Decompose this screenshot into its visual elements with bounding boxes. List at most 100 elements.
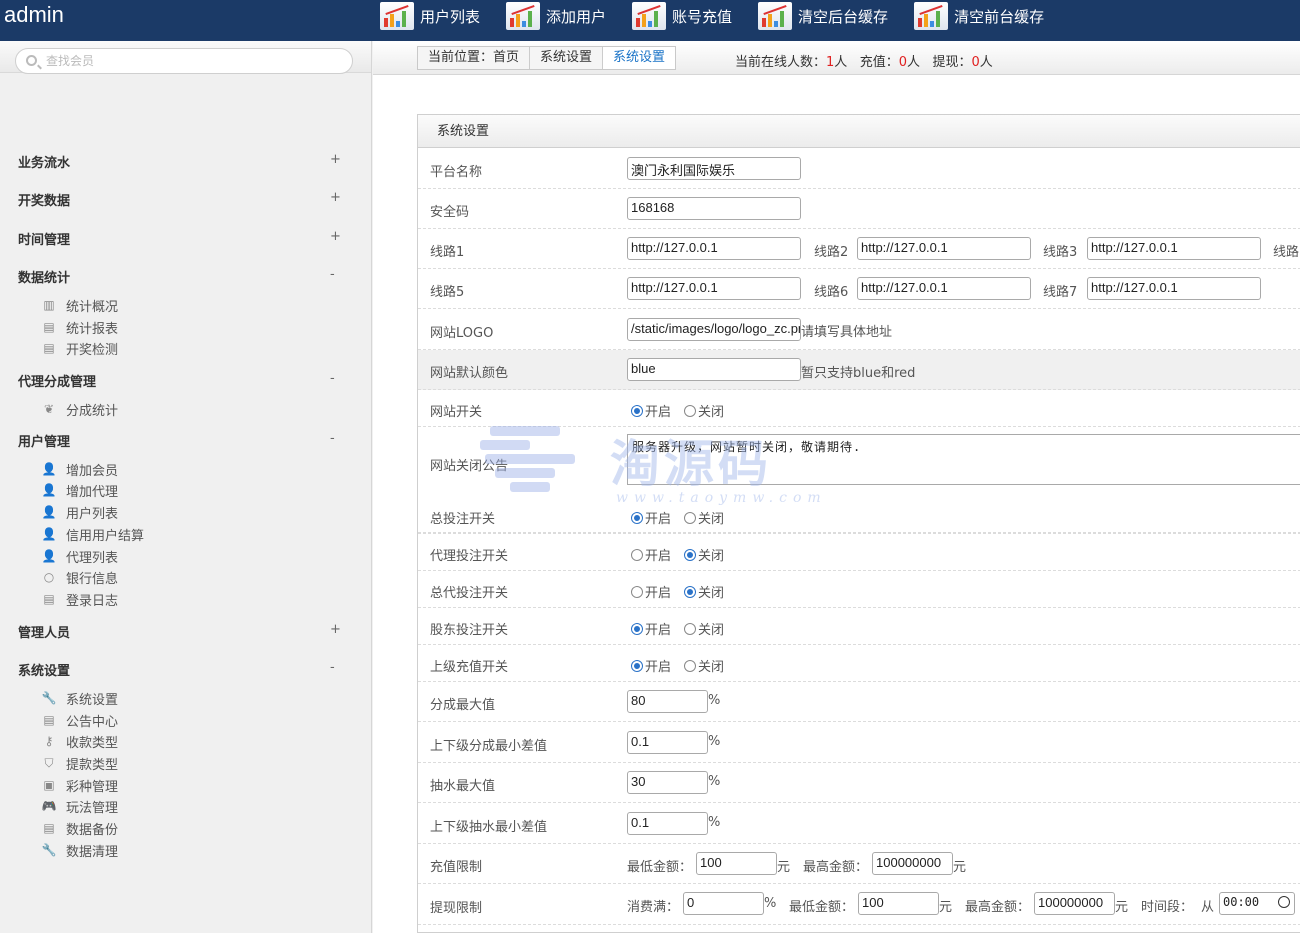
sidebar-section-business[interactable]: 业务流水 + [0,152,372,172]
sidebar-item-stats-report[interactable]: ▤ 统计报表 [40,318,118,337]
unit-label: 元 [939,900,953,915]
time-from-input[interactable]: 00:00 [1219,892,1295,915]
line7-input[interactable]: http://127.0.0.1 [1087,277,1261,300]
sidebar-section-users[interactable]: 用户管理 - [0,431,372,451]
sidebar-section-draw-data[interactable]: 开奖数据 + [0,190,372,210]
expand-icon: + [330,229,341,244]
field-label: 代理投注开关 [430,549,509,564]
sidebar-item-notice-center[interactable]: ▤ 公告中心 [40,711,118,730]
field-label: 网站LOGO [430,326,494,341]
color-hint: 暂只支持blue和red [801,366,916,381]
parent-recharge-off[interactable]: 关闭 [684,656,724,675]
top-bar: admin 用户列表 添加用户 账号充值 清空后台缓存 清空前台缓存 [0,0,1300,41]
sidebar-item-agent-list[interactable]: 👤 代理列表 [40,547,119,566]
color-input[interactable]: blue [627,358,801,381]
topnav-recharge[interactable]: 账号充值 [632,0,732,32]
sidebar-section-time[interactable]: 时间管理 + [0,229,372,249]
sidebar-item-bank-info[interactable]: ○ 银行信息 [40,568,118,587]
sidebar-section-agent-share[interactable]: 代理分成管理 - [0,371,372,391]
sidebar-item-add-agent[interactable]: 👤 增加代理 [40,481,119,500]
consume-input[interactable]: 0 [683,892,764,915]
sidebar-item-payment-types[interactable]: ⚷ 收款类型 [40,732,118,751]
line6-input[interactable]: http://127.0.0.1 [857,277,1031,300]
general-agent-bet-on[interactable]: 开启 [631,582,671,601]
clock-icon [1278,896,1290,908]
recharge-max-label: 最高金额： [803,860,869,875]
sidebar-item-system-settings[interactable]: 🔧 系统设置 [40,689,119,708]
topnav-label: 清空后台缓存 [798,7,889,26]
platform-name-input[interactable]: 澳门永利国际娱乐 [627,157,801,180]
breadcrumb-home[interactable]: 首页 [493,50,519,65]
bet-switch-off[interactable]: 关闭 [684,508,724,527]
shareholder-bet-on[interactable]: 开启 [631,619,671,638]
row-default-color: 网站默认颜色 blue 暂只支持blue和red [418,350,1300,390]
sidebar-item-user-list[interactable]: 👤 用户列表 [40,503,119,522]
sidebar-item-data-cleanup[interactable]: 🔧 数据清理 [40,841,119,860]
parent-recharge-on[interactable]: 开启 [631,656,671,675]
line3-input[interactable]: http://127.0.0.1 [1087,237,1261,260]
sidebar-item-lottery-management[interactable]: ▣ 彩种管理 [40,776,118,795]
sidebar-item-share-stats[interactable]: ❦ 分成统计 [40,400,118,419]
row-max-rebate: 抽水最大值 30 % [418,763,1300,803]
member-search-input[interactable] [46,52,346,70]
recharge-min-input[interactable]: 100 [696,852,777,875]
min-share-diff-input[interactable]: 0.1 [627,731,708,754]
sidebar-item-label: 信用用户结算 [66,528,145,544]
breadcrumb: 当前位置：首页 系统设置 系统设置 [417,46,677,70]
withdraw-max-input[interactable]: 100000000 [1034,892,1115,915]
agent-bet-off[interactable]: 关闭 [684,545,724,564]
line5-input[interactable]: http://127.0.0.1 [627,277,801,300]
withdraw-min-input[interactable]: 100 [858,892,939,915]
breadcrumb-parent[interactable]: 系统设置 [530,47,602,69]
recharge-count: 0 [898,55,908,70]
security-code-input[interactable]: 168168 [627,197,801,220]
recharge-max-input[interactable]: 100000000 [872,852,953,875]
row-general-agent-bet: 总代投注开关 开启 关闭 [418,571,1300,608]
field-label: 上下级分成最小差值 [430,739,548,754]
chart-icon [380,2,414,30]
general-agent-bet-off[interactable]: 关闭 [684,582,724,601]
sidebar-item-withdraw-types[interactable]: ⛉ 提款类型 [40,754,118,773]
radio-label: 关闭 [698,512,725,527]
sidebar-item-play-management[interactable]: 🎮 玩法管理 [40,797,119,816]
member-search [15,48,353,74]
time-value: 00:00 [1223,895,1260,909]
close-notice-textarea[interactable]: 服务器升级，网站暂时关闭，敬请期待. [627,434,1300,485]
agent-bet-on[interactable]: 开启 [631,545,671,564]
bet-switch-on[interactable]: 开启 [631,508,671,527]
min-rebate-diff-input[interactable]: 0.1 [627,812,708,835]
line2-input[interactable]: http://127.0.0.1 [857,237,1031,260]
line1-input[interactable]: http://127.0.0.1 [627,237,801,260]
sidebar-item-label: 数据备份 [66,822,119,838]
radio-checked-icon [684,548,696,561]
sidebar-section-admins[interactable]: 管理人员 + [0,622,372,642]
sidebar-item-draw-check[interactable]: ▤ 开奖检测 [40,339,119,358]
expand-icon: + [330,622,341,637]
sidebar-item-add-member[interactable]: 👤 增加会员 [40,460,119,479]
sidebar-item-login-log[interactable]: ▤ 登录日志 [40,590,118,609]
report-icon: ▤ [43,320,55,334]
topnav-add-user[interactable]: 添加用户 [506,0,606,32]
withdraw-label: 提现： [932,55,972,70]
topnav-clear-backend-cache[interactable]: 清空后台缓存 [758,0,888,32]
site-switch-on[interactable]: 开启 [631,401,671,420]
sidebar-item-label: 数据清理 [66,844,119,860]
sidebar-item-stats-overview[interactable]: ▥ 统计概况 [40,296,118,315]
topnav-user-list[interactable]: 用户列表 [380,0,480,32]
shareholder-bet-off[interactable]: 关闭 [684,619,724,638]
sidebar-section-stats[interactable]: 数据统计 - [0,267,372,287]
unit-label: % [708,734,721,749]
collapse-icon: - [330,431,335,446]
sidebar-item-label: 开奖检测 [66,342,119,358]
row-recharge-limit: 充值限制 最低金额： 100 元 最高金额： 100000000 元 [418,844,1300,884]
radio-checked-icon [631,511,643,524]
sidebar-item-credit-settlement[interactable]: 👤 信用用户结算 [40,525,145,544]
topnav-clear-frontend-cache[interactable]: 清空前台缓存 [914,0,1044,32]
radio-unchecked-icon [684,622,696,635]
sidebar-item-data-backup[interactable]: ▤ 数据备份 [40,819,119,838]
max-rebate-input[interactable]: 30 [627,771,708,794]
max-share-input[interactable]: 80 [627,690,708,713]
sidebar-section-system[interactable]: 系统设置 - [0,660,372,680]
site-switch-off[interactable]: 关闭 [684,401,724,420]
logo-input[interactable]: /static/images/logo/logo_zc.png [627,318,801,341]
